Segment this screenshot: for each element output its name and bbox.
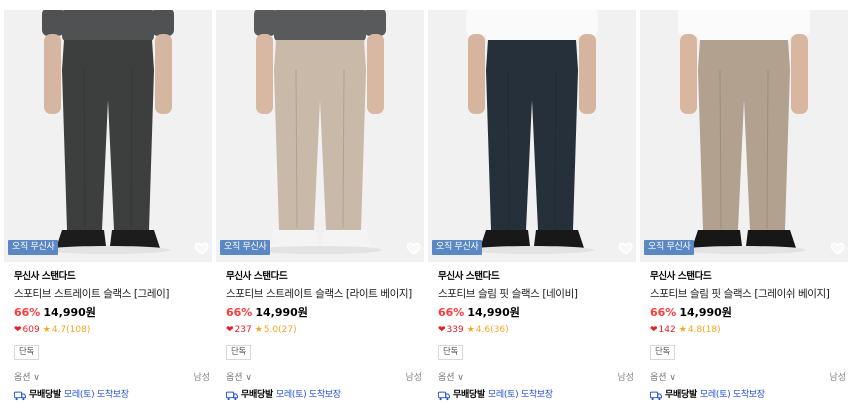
exclusive-badge: 단독	[226, 345, 252, 360]
model-photo	[640, 10, 848, 262]
price-row: 66% 14,990원	[14, 305, 210, 320]
option-dropdown[interactable]: 옵션 ∨	[14, 372, 40, 384]
shipping-row: 무배당발 모레(토) 도착보장	[226, 389, 422, 402]
product-image[interactable]	[216, 10, 424, 262]
price-row: 66% 14,990원	[226, 305, 422, 320]
stats-row: ❤ 142 ★ 4.8(18)	[650, 324, 846, 336]
musinsa-exclusive-badge: 오직 무신사	[220, 240, 271, 255]
option-row: 옵션 ∨ 남성	[438, 372, 634, 384]
sale-price: 14,990원	[43, 306, 96, 319]
product-card[interactable]: 오직 무신사 무신사 스탠다드 스포티브 슬림 핏 슬랙스 [그레이쉬 베이지]…	[636, 0, 848, 410]
delivery-truck-icon	[14, 391, 26, 400]
heart-icon[interactable]	[194, 240, 210, 256]
gender-label: 남성	[193, 373, 210, 383]
model-photo	[4, 10, 212, 262]
product-info: 무신사 스탠다드 스포티브 스트레이트 슬랙스 [그레이] 66% 14,990원…	[14, 270, 210, 402]
heart-filled-icon: ❤	[650, 325, 658, 335]
star-icon: ★	[678, 325, 687, 335]
free-shipping-label: 무배당발	[665, 390, 697, 400]
option-dropdown[interactable]: 옵션 ∨	[650, 372, 676, 384]
sale-price: 14,990원	[255, 306, 308, 319]
exclusive-badge: 단독	[14, 345, 40, 360]
heart-icon[interactable]	[830, 240, 846, 256]
sale-price: 14,990원	[467, 306, 520, 319]
product-name[interactable]: 스포티브 스트레이트 슬랙스 [라이트 베이지]	[226, 287, 422, 302]
free-shipping-label: 무배당발	[453, 390, 485, 400]
product-image[interactable]	[4, 10, 212, 262]
review-rating: 4.6(36)	[475, 325, 509, 335]
arrival-guarantee: 모레(토) 도착보장	[63, 390, 129, 400]
discount-rate: 66%	[438, 306, 465, 319]
shipping-row: 무배당발 모레(토) 도착보장	[14, 389, 210, 402]
heart-icon[interactable]	[618, 240, 634, 256]
review-rating: 5.0(27)	[263, 325, 297, 335]
like-count: 609	[22, 325, 40, 335]
star-icon: ★	[254, 325, 263, 335]
brand-name[interactable]: 무신사 스탠다드	[438, 270, 634, 283]
sale-price: 14,990원	[679, 306, 732, 319]
option-dropdown[interactable]: 옵션 ∨	[226, 372, 252, 384]
product-card[interactable]: 오직 무신사 무신사 스탠다드 스포티브 스트레이트 슬랙스 [그레이] 66%…	[0, 0, 212, 410]
musinsa-exclusive-badge: 오직 무신사	[644, 240, 695, 255]
free-shipping-label: 무배당발	[29, 390, 61, 400]
product-card[interactable]: 오직 무신사 무신사 스탠다드 스포티브 스트레이트 슬랙스 [라이트 베이지]…	[212, 0, 424, 410]
exclusive-badge: 단독	[650, 345, 676, 360]
musinsa-exclusive-badge: 오직 무신사	[8, 240, 59, 255]
shipping-row: 무배당발 모레(토) 도착보장	[650, 389, 846, 402]
like-count: 237	[234, 325, 252, 335]
price-row: 66% 14,990원	[438, 305, 634, 320]
delivery-truck-icon	[650, 391, 662, 400]
option-row: 옵션 ∨ 남성	[650, 372, 846, 384]
price-row: 66% 14,990원	[650, 305, 846, 320]
shipping-row: 무배당발 모레(토) 도착보장	[438, 389, 634, 402]
product-info: 무신사 스탠다드 스포티브 슬림 핏 슬랙스 [네이비] 66% 14,990원 …	[438, 270, 634, 402]
product-name[interactable]: 스포티브 스트레이트 슬랙스 [그레이]	[14, 287, 210, 302]
product-card[interactable]: 오직 무신사 무신사 스탠다드 스포티브 슬림 핏 슬랙스 [네이비] 66% 1…	[424, 0, 636, 410]
option-row: 옵션 ∨ 남성	[14, 372, 210, 384]
arrival-guarantee: 모레(토) 도착보장	[275, 390, 341, 400]
like-count: 142	[658, 325, 676, 335]
product-info: 무신사 스탠다드 스포티브 슬림 핏 슬랙스 [그레이쉬 베이지] 66% 14,…	[650, 270, 846, 402]
brand-name[interactable]: 무신사 스탠다드	[14, 270, 210, 283]
option-dropdown[interactable]: 옵션 ∨	[438, 372, 464, 384]
stats-row: ❤ 237 ★ 5.0(27)	[226, 324, 422, 336]
gender-label: 남성	[829, 373, 846, 383]
heart-filled-icon: ❤	[438, 325, 446, 335]
musinsa-exclusive-badge: 오직 무신사	[432, 240, 483, 255]
free-shipping-label: 무배당발	[241, 390, 273, 400]
star-icon: ★	[466, 325, 475, 335]
product-image[interactable]	[640, 10, 848, 262]
stats-row: ❤ 609 ★ 4.7(108)	[14, 324, 210, 336]
brand-name[interactable]: 무신사 스탠다드	[226, 270, 422, 283]
discount-rate: 66%	[226, 306, 253, 319]
delivery-truck-icon	[438, 391, 450, 400]
gender-label: 남성	[617, 373, 634, 383]
option-row: 옵션 ∨ 남성	[226, 372, 422, 384]
heart-filled-icon: ❤	[14, 325, 22, 335]
product-name[interactable]: 스포티브 슬림 핏 슬랙스 [네이비]	[438, 287, 634, 302]
arrival-guarantee: 모레(토) 도착보장	[487, 390, 553, 400]
heart-icon[interactable]	[406, 240, 422, 256]
arrival-guarantee: 모레(토) 도착보장	[699, 390, 765, 400]
review-rating: 4.8(18)	[687, 325, 721, 335]
gender-label: 남성	[405, 373, 422, 383]
brand-name[interactable]: 무신사 스탠다드	[650, 270, 846, 283]
model-photo	[216, 10, 424, 262]
discount-rate: 66%	[14, 306, 41, 319]
discount-rate: 66%	[650, 306, 677, 319]
delivery-truck-icon	[226, 391, 238, 400]
like-count: 339	[446, 325, 464, 335]
review-rating: 4.7(108)	[51, 325, 91, 335]
heart-filled-icon: ❤	[226, 325, 234, 335]
exclusive-badge: 단독	[438, 345, 464, 360]
product-info: 무신사 스탠다드 스포티브 스트레이트 슬랙스 [라이트 베이지] 66% 14,…	[226, 270, 422, 402]
stats-row: ❤ 339 ★ 4.6(36)	[438, 324, 634, 336]
star-icon: ★	[42, 325, 51, 335]
model-photo	[428, 10, 636, 262]
product-grid: 오직 무신사 무신사 스탠다드 스포티브 스트레이트 슬랙스 [그레이] 66%…	[0, 0, 850, 410]
product-name[interactable]: 스포티브 슬림 핏 슬랙스 [그레이쉬 베이지]	[650, 287, 846, 302]
product-image[interactable]	[428, 10, 636, 262]
